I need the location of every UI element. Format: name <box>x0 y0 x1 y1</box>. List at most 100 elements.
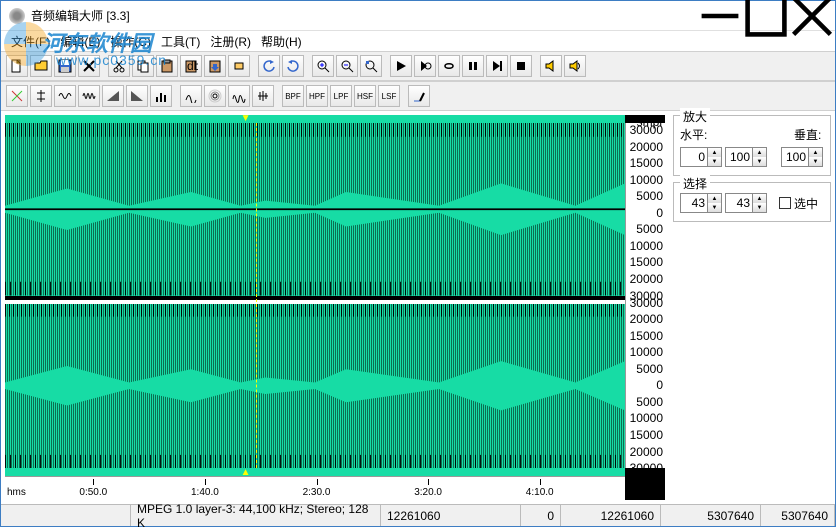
save-button[interactable] <box>54 55 76 77</box>
play-button[interactable] <box>390 55 412 77</box>
fx-normalize-icon[interactable] <box>252 85 274 107</box>
vert-input[interactable] <box>781 147 809 167</box>
maximize-button[interactable] <box>743 1 789 31</box>
timeline-bottom[interactable]: ▲ <box>5 468 625 476</box>
menu-help[interactable]: 帮助(H) <box>257 31 306 52</box>
horiz-end-spinner[interactable]: ▲▼ <box>725 147 767 167</box>
menu-tool[interactable]: 工具(T) <box>157 31 204 52</box>
sel-from-spinner[interactable]: ▲▼ <box>680 193 722 213</box>
fx-cut-icon[interactable] <box>6 85 28 107</box>
filter-hpf-label: HPF <box>309 92 325 101</box>
menu-register[interactable]: 注册(R) <box>206 31 255 52</box>
filter-hsf-button[interactable]: HSF <box>354 85 376 107</box>
fx-amplify-icon[interactable] <box>228 85 250 107</box>
amp-tick: 20000 <box>630 272 663 286</box>
fx-eq-icon[interactable] <box>150 85 172 107</box>
spin-down-icon[interactable]: ▼ <box>708 203 721 212</box>
amp-tick: 30000 <box>630 461 663 475</box>
fx-invert-icon[interactable] <box>180 85 202 107</box>
spin-up-icon[interactable]: ▲ <box>708 148 721 157</box>
fx-compress-icon[interactable] <box>30 85 52 107</box>
fx-wave1-icon[interactable] <box>54 85 76 107</box>
horiz-end-input[interactable] <box>725 147 753 167</box>
zoom-group: 放大 水平: 垂直: ▲▼ ▲▼ <box>673 115 831 176</box>
close-button[interactable] <box>789 1 835 31</box>
filter-bpf-button[interactable]: BPF <box>282 85 304 107</box>
amp-tick: 0 <box>656 378 663 392</box>
horiz-start-input[interactable] <box>680 147 708 167</box>
spin-up-icon[interactable]: ▲ <box>708 194 721 203</box>
horiz-start-spinner[interactable]: ▲▼ <box>680 147 722 167</box>
timeline-top[interactable]: ▼ <box>5 115 625 123</box>
trim-button[interactable] <box>228 55 250 77</box>
spin-down-icon[interactable]: ▼ <box>708 157 721 166</box>
status-cursor-2: 5307640 <box>761 505 835 526</box>
window-title: 音频编辑大师 [3.3] <box>31 7 697 24</box>
spin-down-icon[interactable]: ▼ <box>753 203 766 212</box>
open-button[interactable] <box>30 55 52 77</box>
undo-button[interactable] <box>258 55 280 77</box>
app-window: 音频编辑大师 [3.3] 文件(F) 编辑(E) 操作(C) 工具(T) 注册(… <box>0 0 836 527</box>
amp-tick: 0 <box>656 206 663 220</box>
toolbar-effects: BPF HPF LPF HSF LSF <box>1 81 835 111</box>
speaker-right-icon[interactable] <box>564 55 586 77</box>
loop-button[interactable] <box>438 55 460 77</box>
playstep-button[interactable] <box>486 55 508 77</box>
spin-up-icon[interactable]: ▲ <box>753 194 766 203</box>
menu-edit[interactable]: 编辑(E) <box>56 31 104 52</box>
status-format: MPEG 1.0 layer-3: 44,100 kHz; Stereo; 12… <box>131 505 381 526</box>
amp-tick: 20000 <box>630 312 663 326</box>
spin-down-icon[interactable]: ▼ <box>753 157 766 166</box>
fx-echo-icon[interactable] <box>204 85 226 107</box>
playback-cursor[interactable] <box>256 123 257 468</box>
amp-tick: 15000 <box>630 255 663 269</box>
filter-lsf-button[interactable]: LSF <box>378 85 400 107</box>
speaker-left-icon[interactable] <box>540 55 562 77</box>
playloop-button[interactable] <box>414 55 436 77</box>
waveform-panel: ▼ <box>1 111 669 504</box>
waveform-channel-left[interactable] <box>5 123 625 296</box>
time-tick: 1:40.0 <box>191 487 219 498</box>
new-button[interactable] <box>6 55 28 77</box>
copy-button[interactable] <box>132 55 154 77</box>
menu-operate[interactable]: 操作(C) <box>106 31 155 52</box>
selected-checkbox[interactable] <box>779 197 791 209</box>
sel-from-input[interactable] <box>680 193 708 213</box>
waveform-display[interactable]: ▼ <box>5 115 665 500</box>
fx-fadeout-icon[interactable] <box>126 85 148 107</box>
spin-down-icon[interactable]: ▼ <box>809 157 822 166</box>
amplitude-scale: smpl 30000200001500010000500005000100001… <box>625 123 665 468</box>
amp-tick: 10000 <box>630 239 663 253</box>
zoomout-button[interactable] <box>336 55 358 77</box>
fx-fadein-icon[interactable] <box>102 85 124 107</box>
record-button[interactable] <box>462 55 484 77</box>
menu-file[interactable]: 文件(F) <box>7 31 54 52</box>
vert-spinner[interactable]: ▲▼ <box>781 147 823 167</box>
sel-to-input[interactable] <box>725 193 753 213</box>
status-cell-1 <box>1 505 131 526</box>
redo-button[interactable] <box>282 55 304 77</box>
fx-pen-icon[interactable] <box>408 85 430 107</box>
waveform-channel-right[interactable] <box>5 304 625 469</box>
minimize-button[interactable] <box>697 1 743 31</box>
paste-file-button[interactable] <box>204 55 226 77</box>
amp-tick: 5000 <box>636 189 663 203</box>
filter-hpf-button[interactable]: HPF <box>306 85 328 107</box>
horiz-label: 水平: <box>680 126 710 143</box>
amp-tick: 5000 <box>636 222 663 236</box>
mix-paste-button[interactable]: db <box>180 55 202 77</box>
fx-wave2-icon[interactable] <box>78 85 100 107</box>
zoomsel-button[interactable] <box>360 55 382 77</box>
amp-tick: 10000 <box>630 173 663 187</box>
sel-to-spinner[interactable]: ▲▼ <box>725 193 767 213</box>
cut-button[interactable] <box>108 55 130 77</box>
side-panel: 放大 水平: 垂直: ▲▼ ▲▼ <box>669 111 835 504</box>
paste-button[interactable] <box>156 55 178 77</box>
filter-lpf-button[interactable]: LPF <box>330 85 352 107</box>
spin-up-icon[interactable]: ▲ <box>753 148 766 157</box>
titlebar: 音频编辑大师 [3.3] <box>1 1 835 31</box>
close-file-button[interactable] <box>78 55 100 77</box>
zoomin-button[interactable] <box>312 55 334 77</box>
stop-button[interactable] <box>510 55 532 77</box>
spin-up-icon[interactable]: ▲ <box>809 148 822 157</box>
